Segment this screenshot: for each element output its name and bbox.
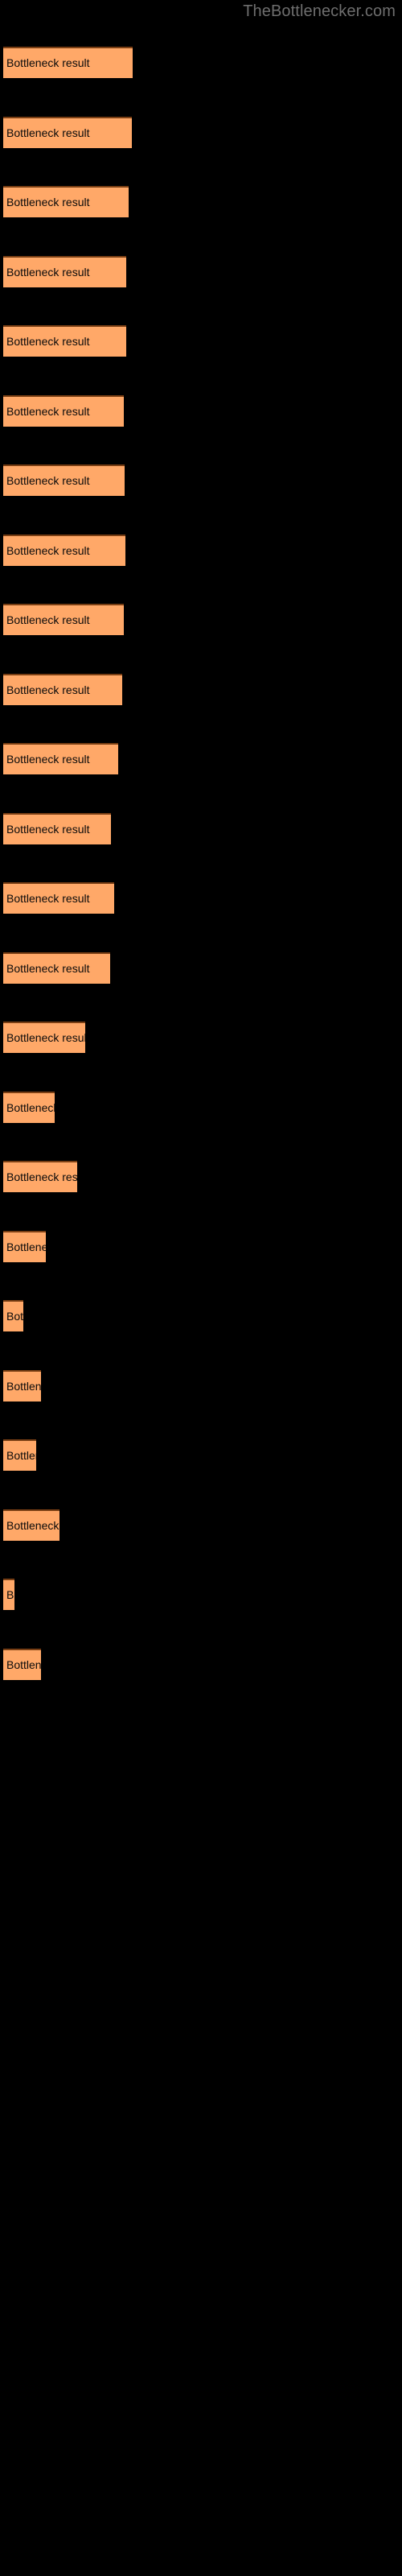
bar-label: Bottleneck result: [6, 1310, 23, 1323]
bar-label: Bottleneck result: [6, 753, 90, 766]
bar-label: Bottleneck result: [6, 613, 90, 626]
bar-label: Bottleneck result: [6, 265, 90, 279]
bar-label: Bottleneck result: [6, 892, 90, 905]
bar-segment: Bottleneck result: [3, 325, 126, 357]
bar-label: Bottleneck result: [6, 1240, 46, 1253]
bar-segment: Bottleneck result: [3, 673, 122, 705]
bar-segment: Bottleneck result: [3, 1230, 46, 1262]
chart-page: TheBottlenecker.com Bottleneck result Bot…: [0, 0, 402, 2576]
bar-label: Bottleneck result: [6, 126, 90, 139]
bar-label: Bottleneck result: [6, 1379, 41, 1393]
bar-label: Bottleneck result: [6, 1031, 85, 1044]
bar-segment: Bottleneck result: [3, 394, 124, 427]
bar-label: Bottleneck result: [6, 543, 90, 557]
bar-label: Bottleneck result: [6, 56, 90, 69]
bar-label: Bottleneck result: [6, 335, 90, 348]
bar-segment: Bottleneck result: [3, 255, 126, 287]
bar-label: Bottleneck result: [6, 1518, 59, 1532]
bar-segment: Bottleneck result: [3, 1369, 41, 1402]
bar-segment: Bottleneck result: [3, 1439, 36, 1471]
bar-segment: Bottleneck result: [3, 186, 129, 217]
bar-label: Bottleneck result: [6, 474, 90, 487]
bar-segment: Bottleneck result: [3, 1091, 55, 1123]
bar-label: Bottleneck result: [6, 961, 90, 975]
bar-label: Bottleneck result: [6, 1449, 36, 1462]
bar-segment: Bottleneck result: [3, 1022, 85, 1053]
bar-label: Bottleneck result: [6, 1100, 55, 1114]
bar-label: Bottleneck result: [6, 196, 90, 208]
bar-segment: Bottleneck result: [3, 1161, 77, 1192]
bar-segment: Bottleneck result: [3, 604, 124, 635]
bar-segment: Bottleneck result: [3, 47, 133, 78]
bar-segment: Bottleneck result: [3, 1648, 41, 1680]
bar-segment: Bottleneck result: [3, 1509, 59, 1541]
bar-segment: Bottleneck result: [3, 116, 132, 148]
bar-label: Bottleneck result: [6, 1657, 41, 1671]
bar-label: Bottleneck result: [6, 683, 90, 696]
bar-segment: Bottleneck result: [3, 743, 118, 774]
bar-chart-plot: Bottleneck result Bottleneck result Bottle…: [0, 0, 402, 2576]
bar-segment: Bottleneck result: [3, 534, 125, 566]
bar-segment: Bottleneck result: [3, 952, 110, 984]
bar-label: Bottleneck result: [6, 822, 90, 836]
bar-segment: Bottleneck result: [3, 1300, 23, 1331]
bar-segment: Bottleneck result: [3, 464, 125, 496]
bar-segment: Bottleneck result: [3, 1579, 14, 1610]
bar-segment: Bottleneck result: [3, 812, 111, 844]
bar-segment: Bottleneck result: [3, 882, 114, 914]
bar-label: Bottleneck result: [6, 1170, 77, 1183]
bar-label: Bottleneck result: [6, 404, 90, 418]
bar-label: Bottleneck result: [6, 1588, 14, 1601]
